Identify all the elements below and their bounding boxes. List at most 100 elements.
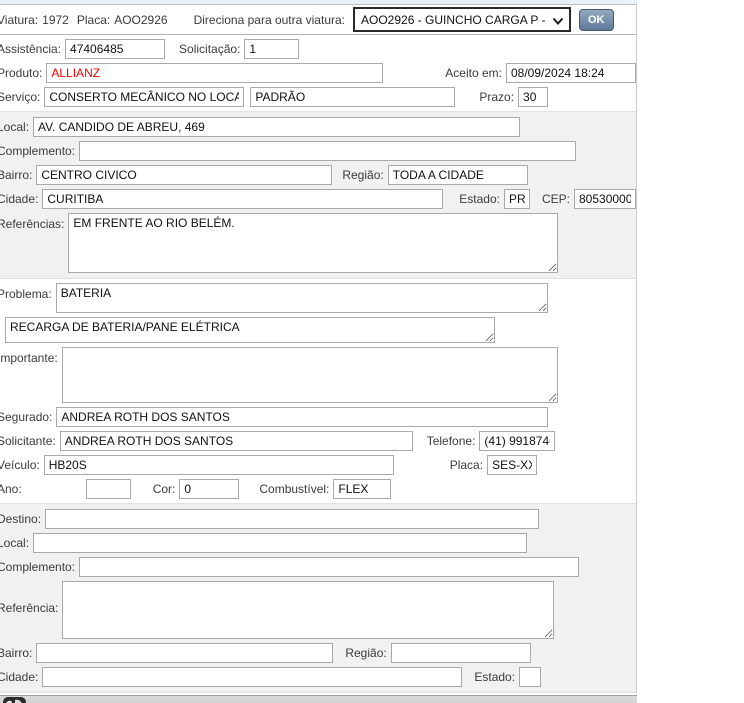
destino-bairro-label: Bairro: [0,646,33,660]
destino-bairro-input[interactable] [36,643,334,663]
veiculo-placa-input[interactable] [487,455,538,475]
combustivel-label: Combustível: [259,482,330,496]
importante-textarea[interactable] [61,347,558,403]
footer-bar: Detalhes da Roteirização Sugerir nova ro… [0,695,637,703]
row-destino: Destino: [0,507,636,531]
row-importante: Importante: [0,345,636,405]
destino-cidade-label: Cidade: [0,670,39,684]
row-destino-local: Local: [0,531,636,555]
row-bairro: Bairro: Região: [0,163,636,187]
estado-input[interactable] [503,189,530,209]
cep-label: CEP: [541,192,570,206]
destino-label: Destino: [0,512,42,526]
row-produto: Produto: Aceito em: [0,61,636,85]
chevron-down-icon [552,15,564,29]
solicitacao-input[interactable] [244,39,300,59]
problema-detalhe-textarea[interactable] [5,317,495,343]
viatura-label: Viatura: [0,12,39,27]
combustivel-input[interactable] [333,479,392,499]
section-ocorrencia: Problema: Importante: Segurado: Solicita… [0,279,636,503]
importante-label: Importante: [0,351,58,365]
veiculo-input[interactable] [43,455,394,475]
assistencia-input[interactable] [65,39,166,59]
destino-input[interactable] [45,509,540,529]
referencias-textarea[interactable] [68,213,559,273]
section-assistencia: Assistência: Solicitação: Produto: Aceit… [0,35,636,111]
row-cidade: Cidade: Estado: CEP: [0,187,636,211]
destino-local-label: Local: [0,536,30,550]
destino-estado-input[interactable] [519,667,542,687]
placa-value: AOO2926 [114,12,168,27]
veiculo-placa-label: Placa: [449,458,484,472]
solicitante-input[interactable] [59,431,413,451]
cor-label: Cor: [152,482,176,496]
bairro-label: Bairro: [0,168,33,182]
row-ano: Ano: Cor: Combustível: [0,477,636,501]
regiao-label: Região: [342,168,384,182]
destino-regiao-label: Região: [345,646,387,660]
telefone-input[interactable] [479,431,556,451]
row-veiculo: Veículo: Placa: [0,453,636,477]
solicitacao-label: Solicitação: [179,42,241,56]
regiao-input[interactable] [387,165,528,185]
ok-button[interactable]: OK [579,8,614,31]
destino-complemento-label: Complemento: [0,560,76,574]
destino-referencia-label: Referência: [0,601,59,615]
form-area: Assistência: Solicitação: Produto: Aceit… [0,35,636,693]
segurado-input[interactable] [56,407,549,427]
placa-label: Placa: [76,12,111,27]
globe-icon [3,697,26,703]
complemento-input[interactable] [79,141,577,161]
row-referencias: Referências: [0,211,636,275]
ano-label: Ano: [0,482,22,496]
aceito-em-label: Aceito em: [445,66,502,80]
section-endereco: Local: Complemento: Bairro: Região: Cida… [0,111,636,279]
local-label: Local: [0,120,30,134]
row-local: Local: [0,115,636,139]
destino-referencia-textarea[interactable] [62,581,555,639]
destino-local-input[interactable] [33,533,528,553]
dispatch-form-panel: Viatura: 1972 Placa: AOO2926 Direciona p… [0,5,637,693]
servico-label: Serviço: [0,90,41,104]
row-destino-cidade: Cidade: Estado: [0,665,636,689]
produto-input[interactable] [46,63,384,83]
cep-input[interactable] [574,189,636,209]
row-segurado: Segurado: [0,405,636,429]
servico-tipo-input[interactable] [250,87,456,107]
destino-cidade-input[interactable] [42,667,463,687]
problema-textarea[interactable] [55,283,548,313]
viatura-select-value: AOO2926 - GUINCHO CARGA P - BRANCO - 197… [361,12,547,27]
aceito-em-input[interactable] [506,63,636,83]
viatura-select[interactable]: AOO2926 - GUINCHO CARGA P - BRANCO - 197… [353,7,571,32]
cidade-input[interactable] [42,189,444,209]
row-complemento: Complemento: [0,139,636,163]
row-solicitante: Solicitante: Telefone: [0,429,636,453]
complemento-label: Complemento: [0,144,76,158]
row-problema: Problema: [0,281,636,315]
destino-regiao-input[interactable] [390,643,531,663]
viatura-value: 1972 [42,12,69,27]
direciona-label: Direciona para outra viatura: [193,12,345,27]
local-input[interactable] [33,117,521,137]
destino-estado-label: Estado: [474,670,516,684]
row-destino-referencia: Referência: [0,579,636,641]
servico-input[interactable] [44,87,245,107]
row-servico: Serviço: Prazo: [0,85,636,109]
telefone-label: Telefone: [426,434,476,448]
problema-label: Problema: [0,287,52,301]
estado-label: Estado: [459,192,500,206]
destino-complemento-input[interactable] [79,557,580,577]
solicitante-label: Solicitante: [0,434,56,448]
bairro-input[interactable] [36,165,333,185]
toolbar: Viatura: 1972 Placa: AOO2926 Direciona p… [0,5,636,35]
row-destino-complemento: Complemento: [0,555,636,579]
assistencia-label: Assistência: [0,42,62,56]
prazo-input[interactable] [518,87,549,107]
veiculo-label: Veículo: [0,458,40,472]
section-destino: Destino: Local: Complemento: Referência:… [0,503,636,693]
ano-input[interactable] [85,479,131,499]
cidade-label: Cidade: [0,192,39,206]
cor-input[interactable] [179,479,240,499]
segurado-label: Segurado: [0,410,53,424]
row-destino-bairro: Bairro: Região: [0,641,636,665]
